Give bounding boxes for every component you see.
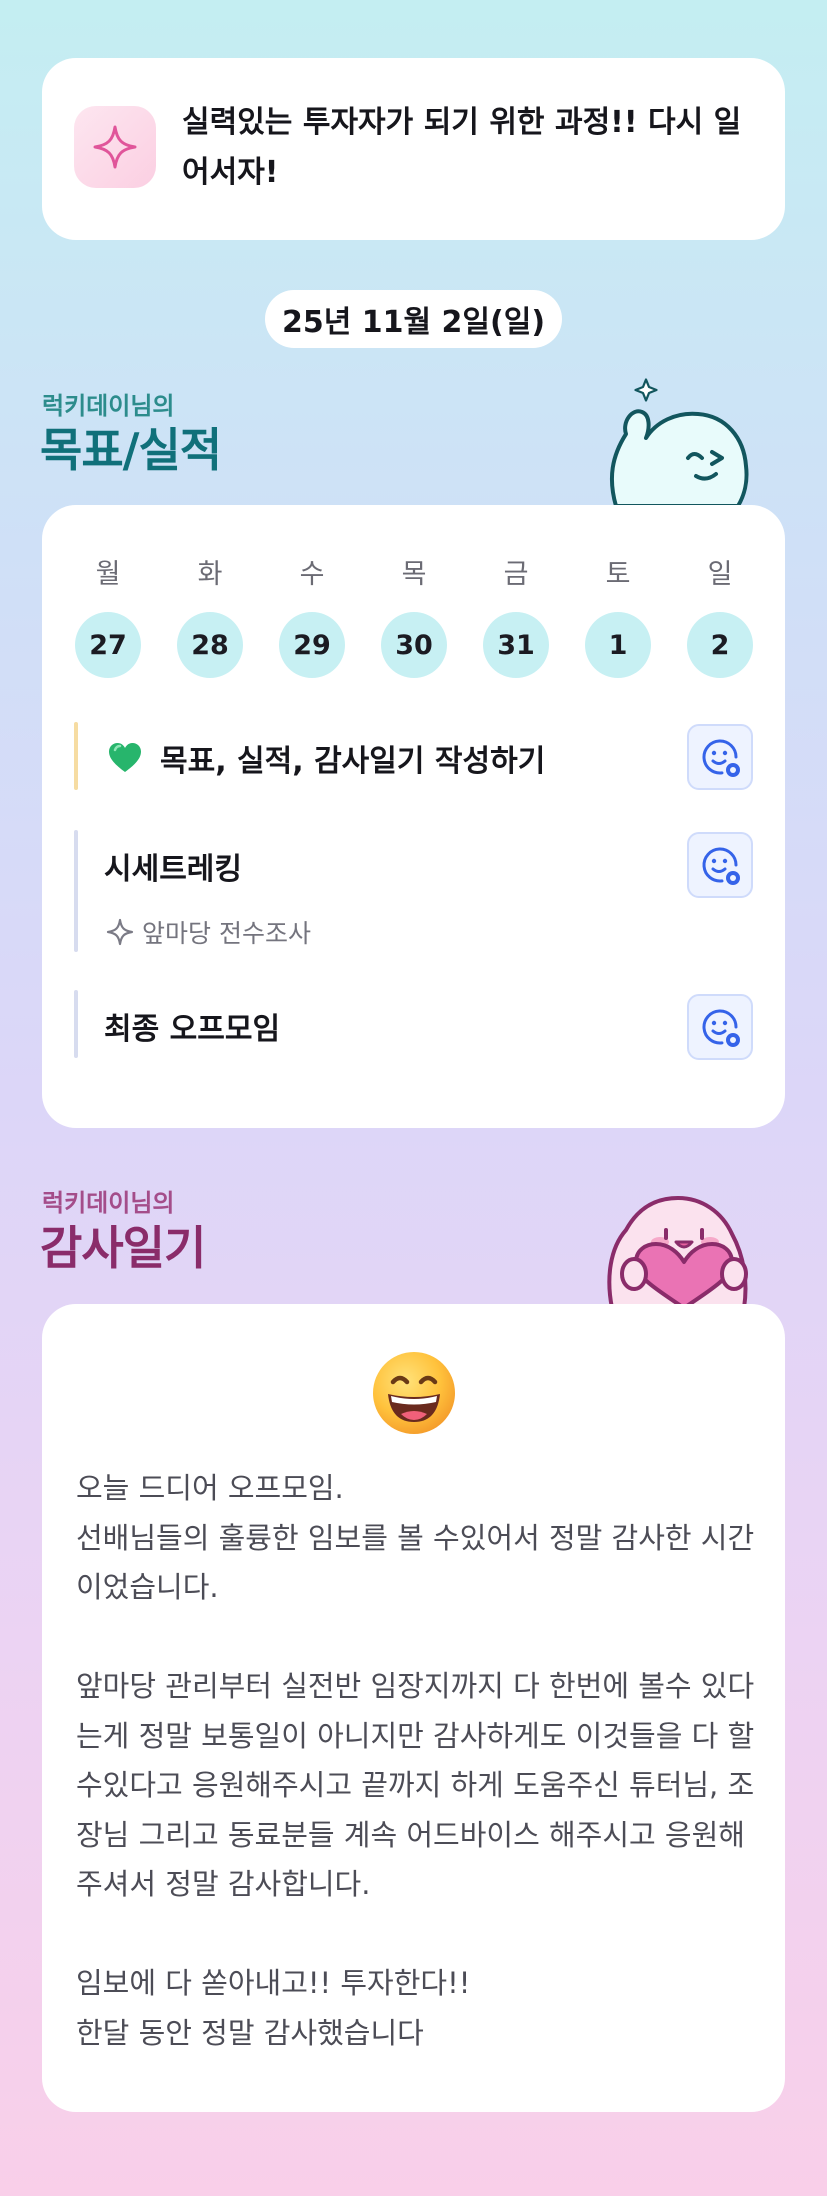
day-button-selected[interactable]: 2 — [687, 612, 753, 678]
day-button[interactable]: 29 — [279, 612, 345, 678]
task-subtitle: 앞마당 전수조사 — [106, 914, 311, 950]
sparkle-icon — [74, 106, 156, 188]
weekday-label: 토 — [605, 559, 631, 590]
task-title[interactable]: 목표, 실적, 감사일기 작성하기 — [160, 736, 545, 780]
motto-card: 실력있는 투자자가 되기 위한 과정!! 다시 일어서자! — [42, 58, 785, 240]
diary-paragraph: 임보에 다 쏟아내고!! 투자한다!! 한달 동안 정말 감사했습니다 — [76, 1966, 471, 2050]
emotion-button[interactable] — [687, 832, 753, 898]
mascot-illustration — [609, 378, 749, 508]
day-button[interactable]: 30 — [381, 612, 447, 678]
smile-add-icon — [702, 739, 740, 777]
grinning-face-icon — [373, 1352, 455, 1434]
weekday-label: 금 — [503, 559, 529, 590]
diary-paragraph: 앞마당 관리부터 실전반 임장지까지 다 한번에 볼수 있다는게 정말 보통일이… — [76, 1669, 755, 1901]
weekday-label: 목 — [401, 559, 427, 590]
day-button[interactable]: 31 — [483, 612, 549, 678]
task-indicator-bar — [74, 990, 78, 1058]
emotion-button[interactable] — [687, 724, 753, 790]
task-indicator-bar — [74, 722, 78, 790]
weekday-label: 일 — [707, 559, 733, 590]
diary-section-title: 감사일기 — [40, 1221, 206, 1275]
emotion-button[interactable] — [687, 994, 753, 1060]
diary-body: 오늘 드디어 오프모임. 선배님들의 훌륭한 임보를 볼 수있어서 정말 감사한… — [76, 1464, 766, 2058]
date-selector[interactable]: 25년 11월 2일(일) — [265, 290, 562, 348]
motto-text: 실력있는 투자자가 되기 위한 과정!! 다시 일어서자! — [182, 105, 742, 190]
task-title[interactable]: 시세트레킹 — [104, 844, 242, 888]
weekday-label: 수 — [299, 559, 325, 590]
day-button[interactable]: 1 — [585, 612, 651, 678]
day-button[interactable]: 28 — [177, 612, 243, 678]
day-button[interactable]: 27 — [75, 612, 141, 678]
smile-add-icon — [702, 1009, 740, 1047]
task-title[interactable]: 최종 오프모임 — [104, 1004, 280, 1048]
weekday-label: 월 — [95, 559, 121, 590]
weekday-label: 화 — [197, 559, 223, 590]
task-subtitle-text: 앞마당 전수조사 — [142, 919, 311, 948]
diary-paragraph: 오늘 드디어 오프모임. 선배님들의 훌륭한 임보를 볼 수있어서 정말 감사한… — [76, 1471, 755, 1604]
goals-section-title: 목표/실적 — [40, 423, 222, 477]
green-heart-icon — [109, 743, 141, 772]
smile-add-icon — [702, 847, 740, 885]
sparkle-icon — [106, 918, 134, 946]
mascot-heart-illustration — [607, 1196, 748, 1308]
task-indicator-bar — [74, 830, 78, 952]
